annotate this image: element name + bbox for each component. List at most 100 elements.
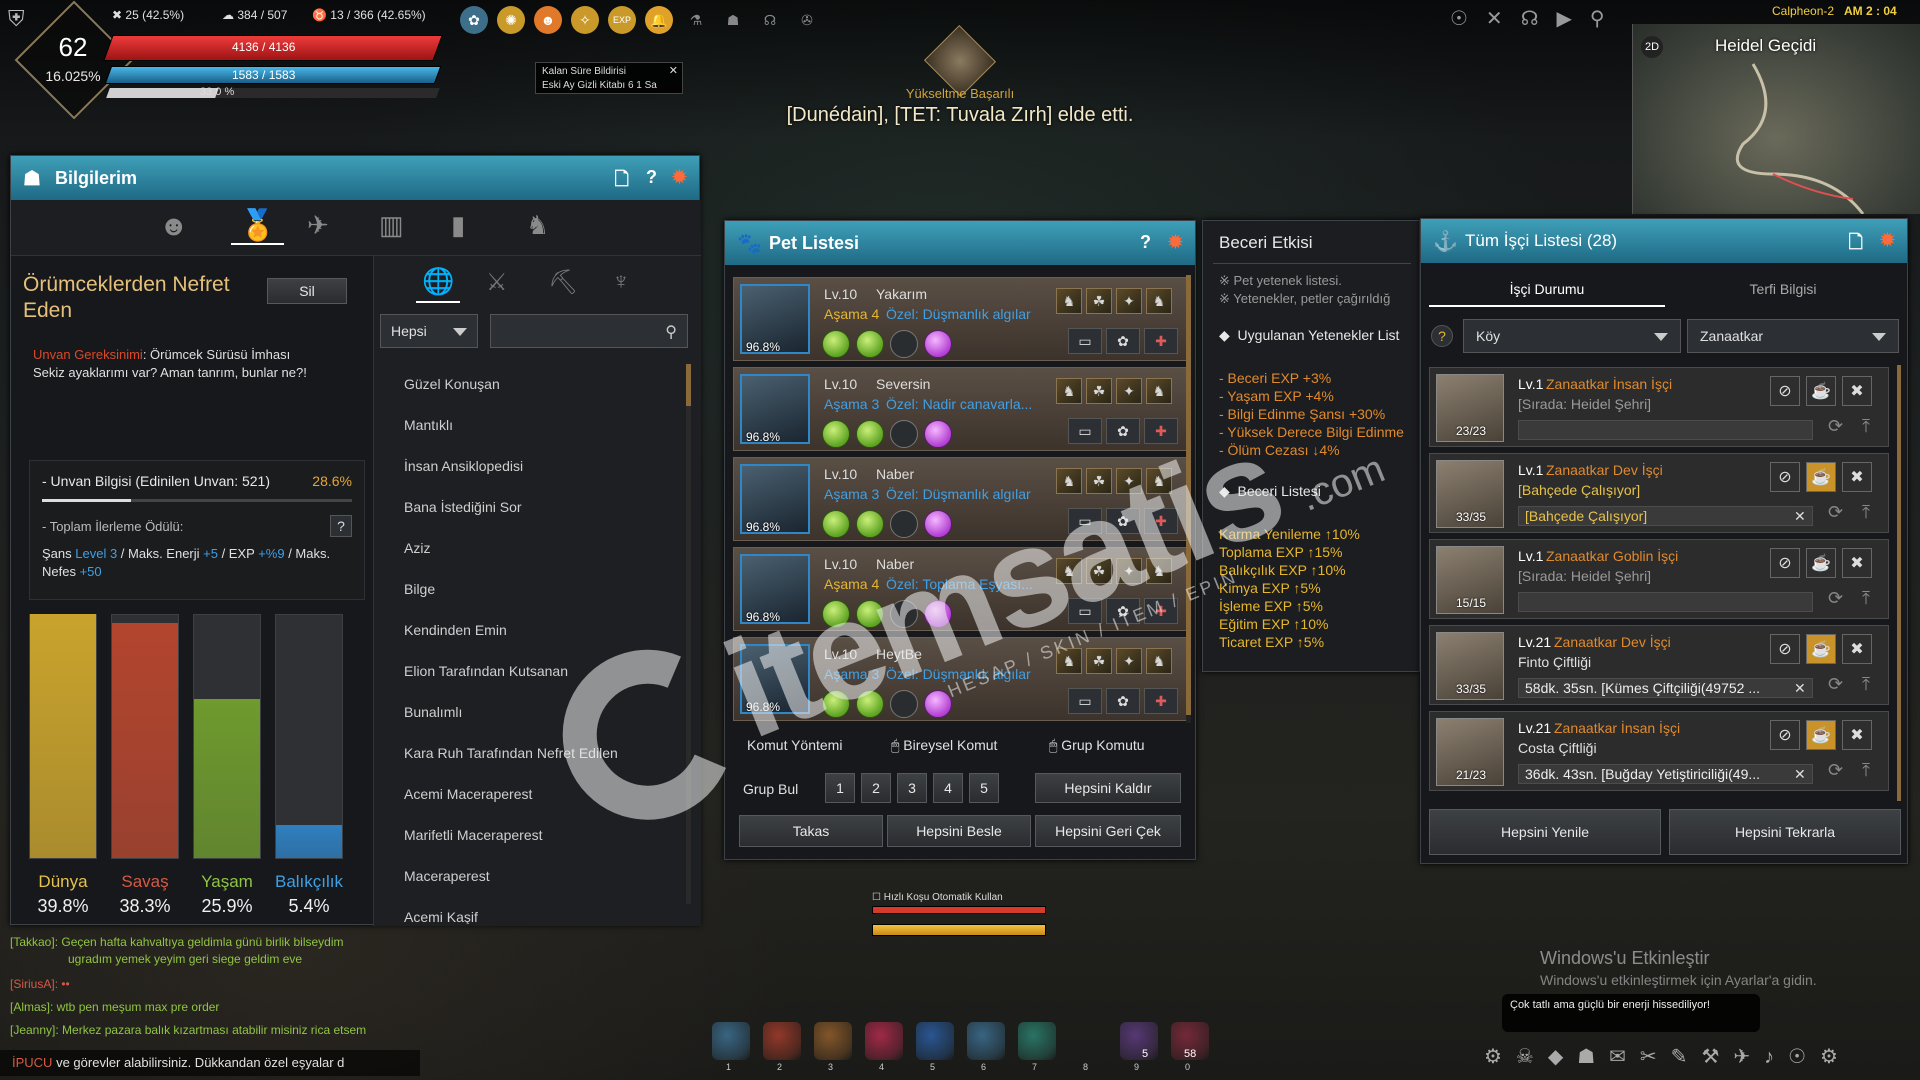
pet-row[interactable]: 96.8% Lv.10 Naber Aşama 4 Özel: Toplama Eşya…	[733, 547, 1187, 631]
bireysel-komut-option[interactable]: 🖱 Bireysel Komut	[891, 737, 997, 754]
close-icon[interactable]: ✕	[1794, 508, 1806, 525]
trait-icon[interactable]: ☘	[1086, 468, 1112, 494]
chat-sender[interactable]: [Takkao]	[10, 935, 55, 949]
skill-icon[interactable]	[890, 420, 918, 448]
pet-scrollbar-thumb[interactable]	[1186, 275, 1191, 715]
filter-combat-icon[interactable]: ⚔	[486, 268, 508, 297]
trait-icon[interactable]: ☘	[1086, 648, 1112, 674]
fire-worker-icon[interactable]: ✖	[1842, 720, 1872, 750]
paw-icon[interactable]: ✿	[1106, 508, 1140, 534]
buff-icon-3[interactable]: ☻	[534, 6, 562, 34]
refresh-all-button[interactable]: Hepsini Yenile	[1429, 809, 1661, 855]
feed-icon[interactable]: ▭	[1068, 598, 1102, 624]
buff-icon-2[interactable]: ✺	[497, 6, 525, 34]
worker-row[interactable]: 15/15 Lv.1 Zanaatkar Goblin İşçi [Sırada: H…	[1429, 539, 1889, 619]
chat-log[interactable]: [Takkao]: Geçen hafta kahvaltıya geldiml…	[10, 934, 390, 1039]
title-list-item[interactable]: Kara Ruh Tarafından Nefret Edilen	[374, 733, 686, 774]
trait-icon[interactable]: ☘	[1086, 288, 1112, 314]
tab-stats-icon[interactable]: ▮	[451, 210, 465, 241]
repeat-icon[interactable]: ⟳	[1828, 588, 1843, 609]
feed-icon[interactable]: ▭	[1068, 418, 1102, 444]
skill-icon[interactable]	[822, 690, 850, 718]
skill-icon[interactable]	[822, 510, 850, 538]
help-icon[interactable]: ?	[1431, 325, 1453, 347]
hotbar-slot[interactable]	[712, 1022, 750, 1060]
repeat-icon[interactable]: ⟳	[1828, 760, 1843, 781]
skill-icon[interactable]	[856, 330, 884, 358]
trait-icon[interactable]: ♞	[1056, 288, 1082, 314]
bell-icon[interactable]: 🔔	[645, 6, 673, 34]
beer-icon[interactable]: ☕	[1806, 376, 1836, 406]
trait-icon[interactable]: ♞	[1056, 558, 1082, 584]
pet-row[interactable]: 96.8% Lv.10 Seversin Aşama 3 Özel: Nadir can…	[733, 367, 1187, 451]
promote-icon[interactable]: ⤒	[1862, 416, 1870, 437]
promote-icon[interactable]: ⤒	[1862, 502, 1870, 523]
title-list-item[interactable]: İnsan Ansiklopedisi	[374, 446, 686, 487]
release-icon[interactable]: ✚	[1144, 598, 1178, 624]
hotbar-slot[interactable]	[1069, 1022, 1107, 1060]
title-list-item[interactable]: Aziz	[374, 528, 686, 569]
exchange-button[interactable]: Takas	[739, 815, 883, 847]
buff-icon-4[interactable]: ✧	[571, 6, 599, 34]
pet-scrollbar[interactable]	[1186, 275, 1191, 723]
buff-icon-5[interactable]: EXP	[608, 6, 636, 34]
group-number-button[interactable]: 3	[897, 773, 927, 803]
skill-icon[interactable]	[856, 690, 884, 718]
help-icon[interactable]: ?	[1140, 232, 1151, 253]
release-icon[interactable]: ✚	[1144, 418, 1178, 444]
worker-row[interactable]: 33/35 Lv.1 Zanaatkar Dev İşçi [Bahçede Çalı…	[1429, 453, 1889, 533]
search-icon[interactable]: ⚲	[665, 322, 677, 342]
stop-icon[interactable]: ⊘	[1770, 548, 1800, 578]
remove-all-button[interactable]: Hepsini Kaldır	[1035, 773, 1181, 803]
title-scrollbar[interactable]	[686, 364, 691, 904]
fire-worker-icon[interactable]: ✖	[1842, 634, 1872, 664]
hotbar-slot[interactable]	[967, 1022, 1005, 1060]
hotbar-slot[interactable]	[1120, 1022, 1158, 1060]
title-scrollbar-thumb[interactable]	[686, 364, 691, 406]
paw-icon[interactable]: ✿	[1106, 688, 1140, 714]
hotbar-slot[interactable]	[763, 1022, 801, 1060]
trait-icon[interactable]: ☘	[1086, 378, 1112, 404]
tab-isci-durumu[interactable]: İşçi Durumu	[1429, 271, 1665, 307]
buff-icon-7[interactable]: ⚗	[682, 6, 710, 34]
tip-bar[interactable]: İPUCU ve görevler alabilirsiniz. Dükkand…	[0, 1050, 420, 1076]
trait-icon[interactable]: ✦	[1116, 648, 1142, 674]
fire-worker-icon[interactable]: ✖	[1842, 462, 1872, 492]
paw-icon[interactable]: ✿	[1106, 418, 1140, 444]
grup-komut-option[interactable]: 🖱 Grup Komutu	[1049, 737, 1145, 754]
promote-icon[interactable]: ⤒	[1862, 588, 1870, 609]
group-number-button[interactable]: 2	[861, 773, 891, 803]
favorite-icon[interactable]: ✹	[1880, 230, 1895, 251]
reward-help-button[interactable]: ?	[330, 515, 352, 537]
trait-icon[interactable]: ✦	[1116, 468, 1142, 494]
notice-box[interactable]: Kalan Süre Bildirisi Eski Ay Gizli Kitab…	[535, 62, 683, 94]
skill-icon[interactable]	[924, 420, 952, 448]
filter-fish-icon[interactable]: ♆	[612, 268, 630, 296]
skill-icon[interactable]	[822, 330, 850, 358]
stop-icon[interactable]: ⊘	[1770, 634, 1800, 664]
paw-icon[interactable]: ✿	[1106, 328, 1140, 354]
chat-sender[interactable]: [SiriusA]	[10, 977, 55, 991]
document-icon[interactable]: 🗋	[1849, 230, 1863, 260]
filter-life-icon[interactable]: ⛏	[548, 268, 578, 297]
release-icon[interactable]: ✚	[1144, 688, 1178, 714]
worker-type-select[interactable]: Zanaatkar	[1687, 319, 1899, 353]
tab-profile-icon[interactable]: ☻	[159, 210, 188, 242]
group-number-button[interactable]: 1	[825, 773, 855, 803]
title-list-item[interactable]: Acemi Maceraperest	[374, 774, 686, 815]
skill-icon[interactable]	[890, 600, 918, 628]
feed-icon[interactable]: ▭	[1068, 328, 1102, 354]
hotbar-slot[interactable]	[1018, 1022, 1056, 1060]
skill-icon[interactable]	[822, 420, 850, 448]
repeat-icon[interactable]: ⟳	[1828, 416, 1843, 437]
auto-sprint-toggle[interactable]: ☐ Hızlı Koşu Otomatik Kullan	[872, 892, 1003, 903]
stop-icon[interactable]: ⊘	[1770, 720, 1800, 750]
paw-icon[interactable]: ✿	[1106, 598, 1140, 624]
recall-all-button[interactable]: Hepsini Geri Çek	[1035, 815, 1181, 847]
trait-icon[interactable]: ♞	[1146, 648, 1172, 674]
promote-icon[interactable]: ⤒	[1862, 674, 1870, 695]
beer-icon[interactable]: ☕	[1806, 548, 1836, 578]
title-list-item[interactable]: Maceraperest	[374, 856, 686, 897]
trait-icon[interactable]: ♞	[1146, 468, 1172, 494]
title-list-item[interactable]: Bana İstediğini Sor	[374, 487, 686, 528]
